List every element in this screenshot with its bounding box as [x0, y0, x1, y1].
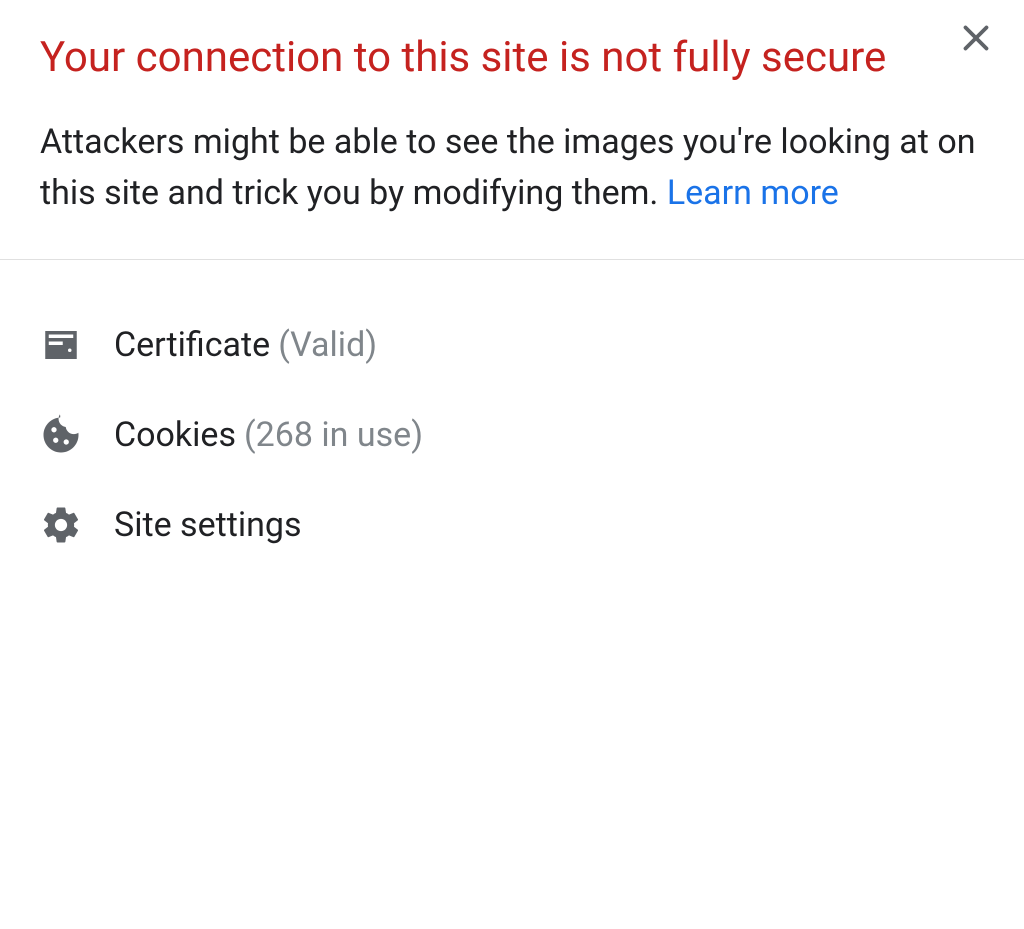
certificate-item[interactable]: Certificate (Valid) [40, 300, 984, 390]
header-section: Your connection to this site is not full… [0, 0, 1024, 259]
site-info-popup: Your connection to this site is not full… [0, 0, 1024, 610]
menu-section: Certificate (Valid) Cookies (268 in use)… [0, 260, 1024, 610]
site-settings-item[interactable]: Site settings [40, 480, 984, 570]
certificate-status: (Valid) [278, 325, 377, 365]
close-icon [958, 19, 994, 66]
cookies-item[interactable]: Cookies (268 in use) [40, 390, 984, 480]
cookies-status: (268 in use) [244, 415, 423, 455]
cookie-icon [40, 414, 82, 456]
close-button[interactable] [958, 20, 994, 63]
gear-icon [40, 504, 82, 546]
site-settings-label: Site settings [114, 505, 302, 545]
security-warning-description: Attackers might be able to see the image… [40, 117, 984, 219]
security-warning-title: Your connection to this site is not full… [40, 30, 984, 87]
certificate-icon [40, 324, 82, 366]
cookies-label: Cookies [114, 415, 236, 455]
learn-more-link[interactable]: Learn more [667, 173, 839, 213]
certificate-label: Certificate [114, 325, 270, 365]
